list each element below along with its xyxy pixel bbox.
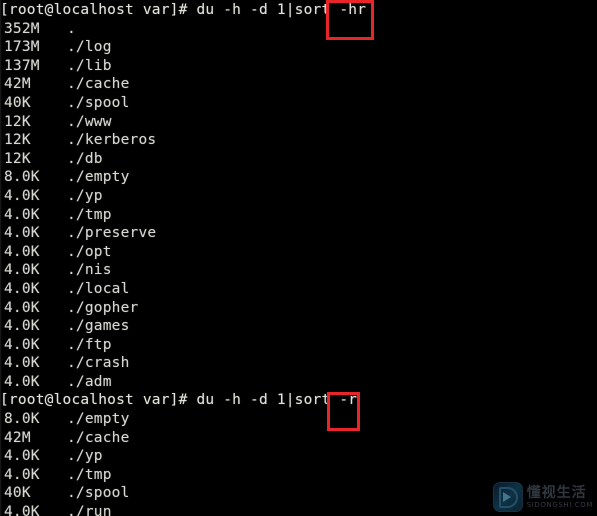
du-entry-size: 4.0K (4, 299, 40, 316)
du-entry-row: 42M ./cache (0, 75, 597, 94)
du-entry-size: 4.0K (4, 262, 40, 279)
du-entry-row: 40K ./spool (0, 94, 597, 113)
du-entry-path: ./db (67, 150, 103, 167)
du-entry-row: 4.0K ./tmp (0, 206, 597, 225)
du-entry-row: 12K ./kerberos (0, 131, 597, 150)
du-entry-row: 352M. (0, 20, 597, 39)
du-entry-row: 12K ./www (0, 113, 597, 132)
du-entry-size: 4.0K (4, 318, 40, 335)
du-entry-path: ./adm (67, 373, 112, 390)
du-entry-path: ./run (67, 504, 112, 516)
du-entry-row: 4.0K ./yp (0, 187, 597, 206)
du-entry-path: ./crash (67, 355, 130, 372)
du-entry-path: ./spool (67, 485, 130, 502)
du-entry-row: 4.0K ./local (0, 280, 597, 299)
du-entry-size: 42M (4, 76, 31, 93)
du-entry-path: ./spool (67, 94, 130, 111)
du-entry-size: 12K (4, 113, 31, 130)
du-entry-row: 8.0K ./empty (0, 410, 597, 429)
du-entry-row: 4.0K ./nis (0, 261, 597, 280)
watermark-en-label: SIDONGSHI.COM (526, 500, 593, 509)
du-entry-path: ./log (67, 39, 112, 56)
du-entry-path: ./lib (67, 57, 112, 74)
du-entry-size: 137M (4, 57, 40, 74)
du-entry-path: ./preserve (67, 225, 157, 242)
terminal-prompt-line: [root@localhost var]# du -h -d 1|sort -r (0, 392, 358, 409)
du-entry-size: 40K (4, 94, 31, 111)
du-entry-size: 4.0K (4, 187, 40, 204)
du-entry-row: 4.0K ./crash (0, 354, 597, 373)
du-entry-size: 4.0K (4, 280, 40, 297)
du-entry-row: 4.0K ./gopher (0, 299, 597, 318)
du-entry-path: ./local (67, 280, 130, 297)
du-entry-row: 4.0K ./adm (0, 373, 597, 392)
du-entry-row: 4.0K ./ftp (0, 336, 597, 355)
du-entry-path: ./yp (67, 448, 103, 465)
du-entry-size: 40K (4, 485, 31, 502)
du-entry-path: ./tmp (67, 206, 112, 223)
du-entry-size: 8.0K (4, 411, 40, 428)
du-entry-path: ./empty (67, 411, 130, 428)
du-entry-row: 4.0K ./preserve (0, 224, 597, 243)
du-entry-size: 4.0K (4, 243, 40, 260)
terminal-screenshot: [root@localhost var]# du -h -d 1|sort -h… (0, 0, 597, 516)
du-entry-size: 352M (4, 20, 40, 37)
du-entry-size: 12K (4, 132, 31, 149)
du-entry-row: 4.0K ./yp (0, 447, 597, 466)
du-entry-size: 4.0K (4, 373, 40, 390)
play-triangle-icon (502, 492, 511, 502)
du-entry-size: 8.0K (4, 169, 40, 186)
du-entry-row: 42M ./cache (0, 429, 597, 448)
du-entry-path: ./cache (67, 429, 130, 446)
du-entry-row: 4.0K ./opt (0, 243, 597, 262)
du-entry-path: ./nis (67, 262, 112, 279)
du-entry-path: ./ftp (67, 336, 112, 353)
watermark-logo-icon (492, 482, 523, 512)
du-entry-size: 4.0K (4, 225, 40, 242)
du-entry-path: ./tmp (67, 466, 112, 483)
du-entry-path: . (67, 20, 76, 37)
du-entry-path: ./kerberos (67, 132, 157, 149)
watermark-cn-label: 懂视生活 (526, 484, 587, 501)
du-entry-path: ./games (67, 318, 130, 335)
du-entry-size: 173M (4, 39, 40, 56)
du-entry-size: 42M (4, 429, 31, 446)
terminal-output-area[interactable]: [root@localhost var]# du -h -d 1|sort -h… (0, 0, 597, 516)
du-entry-path: ./cache (67, 76, 130, 93)
du-entry-path: ./gopher (67, 299, 139, 316)
du-entry-row: 137M ./lib (0, 57, 597, 76)
du-entry-size: 4.0K (4, 336, 40, 353)
du-entry-size: 4.0K (4, 504, 40, 516)
du-entry-size: 4.0K (4, 466, 40, 483)
du-entry-row: 173M ./log (0, 38, 597, 57)
du-entry-size: 4.0K (4, 206, 40, 223)
du-entry-size: 4.0K (4, 355, 40, 372)
terminal-prompt-line: [root@localhost var]# du -h -d 1|sort -h… (0, 2, 367, 18)
du-entry-path: ./www (67, 113, 112, 130)
du-entry-row: 8.0K ./empty (0, 168, 597, 187)
watermark-text: 懂视生活 SIDONGSHI.COM (527, 486, 593, 509)
du-entry-path: ./empty (67, 169, 130, 186)
du-entry-row: 12K ./db (0, 150, 597, 169)
du-entry-path: ./opt (67, 243, 112, 260)
du-entry-size: 4.0K (4, 448, 40, 465)
watermark: 懂视生活 SIDONGSHI.COM (492, 482, 593, 512)
du-entry-path: ./yp (67, 187, 103, 204)
du-entry-size: 12K (4, 150, 31, 167)
du-entry-row: 4.0K ./games (0, 317, 597, 336)
